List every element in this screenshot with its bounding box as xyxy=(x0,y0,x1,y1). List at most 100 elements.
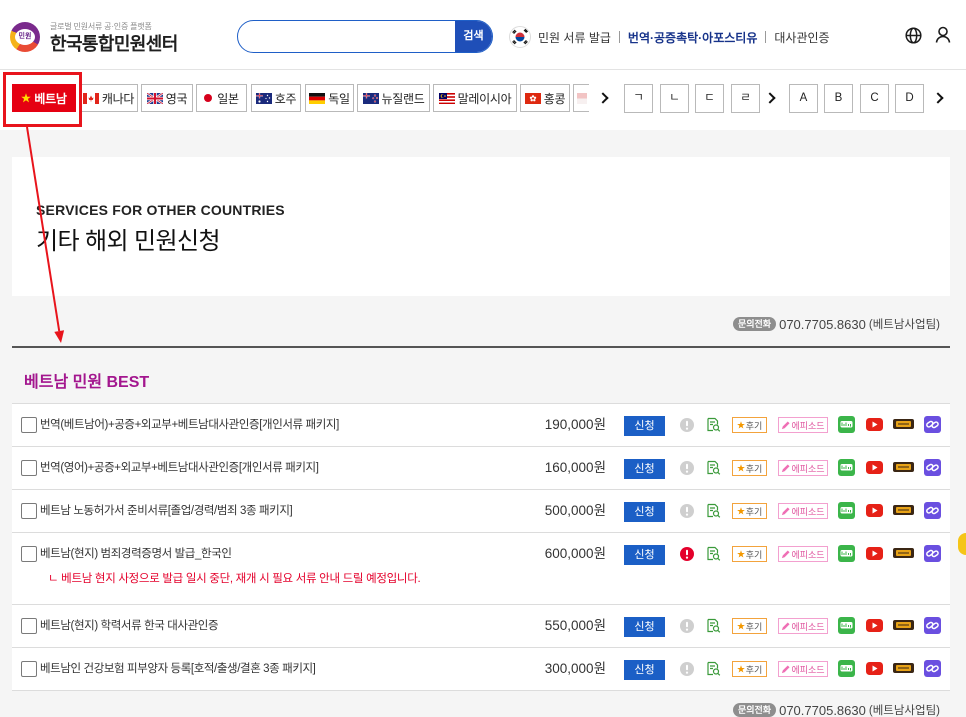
document-search-icon[interactable] xyxy=(706,460,721,475)
contact-phone[interactable]: 070.7705.8630 xyxy=(779,317,866,332)
episode-button[interactable]: 에피소드 xyxy=(778,661,828,677)
row-checkbox[interactable] xyxy=(21,417,37,433)
info-icon[interactable] xyxy=(680,504,694,518)
episode-button[interactable]: 에피소드 xyxy=(778,618,828,634)
tab-hong-kong[interactable]: 홍콩 xyxy=(520,84,570,112)
info-icon[interactable] xyxy=(680,662,694,676)
apply-button[interactable]: 신청 xyxy=(624,545,665,565)
review-button[interactable]: 후기 xyxy=(732,661,767,677)
book-icon[interactable] xyxy=(893,417,914,431)
tab-canada[interactable]: 캐나다 xyxy=(79,84,138,112)
blog-icon[interactable] xyxy=(838,459,855,476)
episode-button[interactable]: 에피소드 xyxy=(778,417,828,433)
apply-button[interactable]: 신청 xyxy=(624,660,665,680)
review-button[interactable]: 후기 xyxy=(732,546,767,562)
youtube-icon[interactable] xyxy=(866,461,883,474)
tab-germany[interactable]: 독일 xyxy=(305,84,354,112)
logo-mark[interactable]: 민원 xyxy=(10,22,40,52)
document-search-icon[interactable] xyxy=(706,618,721,633)
document-search-icon[interactable] xyxy=(706,503,721,518)
book-icon[interactable] xyxy=(893,503,914,517)
tab-label: 홍콩 xyxy=(543,91,566,106)
document-search-icon[interactable] xyxy=(706,417,721,432)
chevron-right-icon[interactable] xyxy=(764,92,776,104)
info-icon[interactable] xyxy=(680,461,694,475)
index-letter[interactable]: D xyxy=(895,84,924,113)
info-icon[interactable] xyxy=(680,619,694,633)
youtube-icon[interactable] xyxy=(866,418,883,431)
link-icon[interactable] xyxy=(924,660,941,677)
index-consonant[interactable]: ㄷ xyxy=(695,84,724,113)
book-icon[interactable] xyxy=(893,546,914,560)
apply-button[interactable]: 신청 xyxy=(624,459,665,479)
row-title[interactable]: 베트남 노동허가서 준비서류[졸업/경력/범죄 3종 패키지] xyxy=(40,503,293,519)
tab-partial[interactable] xyxy=(573,84,589,112)
apply-button[interactable]: 신청 xyxy=(624,502,665,522)
nav-document-issuance[interactable]: 민원 서류 발급 xyxy=(538,29,611,46)
link-icon[interactable] xyxy=(924,459,941,476)
apply-button[interactable]: 신청 xyxy=(624,617,665,637)
link-icon[interactable] xyxy=(924,617,941,634)
contact-phone[interactable]: 070.7705.8630 xyxy=(779,703,866,717)
book-icon[interactable] xyxy=(893,661,914,675)
chevron-right-icon[interactable] xyxy=(932,92,944,104)
document-search-icon[interactable] xyxy=(706,661,721,676)
row-title[interactable]: 번역(베트남어)+공증+외교부+베트남대사관인증[개인서류 패키지] xyxy=(40,417,339,433)
nav-embassy-certification[interactable]: 대사관인증 xyxy=(774,29,829,46)
index-letter[interactable]: B xyxy=(824,84,853,113)
blog-icon[interactable] xyxy=(838,660,855,677)
floating-widget[interactable] xyxy=(958,533,966,555)
apply-button[interactable]: 신청 xyxy=(624,416,665,436)
row-title[interactable]: 베트남인 건강보험 피부양자 등록[호적/출생/결혼 3종 패키지] xyxy=(40,661,316,677)
nav-translation-notary-apostille[interactable]: 번역·공증촉탁·아포스티유 xyxy=(628,29,757,46)
review-button[interactable]: 후기 xyxy=(732,417,767,433)
youtube-icon[interactable] xyxy=(866,547,883,560)
youtube-icon[interactable] xyxy=(866,619,883,632)
index-consonant[interactable]: ㄹ xyxy=(731,84,760,113)
search-button[interactable]: 검색 xyxy=(455,21,492,52)
book-icon[interactable] xyxy=(893,460,914,474)
row-checkbox[interactable] xyxy=(21,661,37,677)
row-checkbox[interactable] xyxy=(21,618,37,634)
book-icon[interactable] xyxy=(893,618,914,632)
review-button[interactable]: 후기 xyxy=(732,503,767,519)
row-title[interactable]: 베트남(현지) 범죄경력증명서 발급_한국인 xyxy=(40,546,232,562)
episode-button[interactable]: 에피소드 xyxy=(778,546,828,562)
tab-new-zealand[interactable]: 뉴질랜드 xyxy=(357,84,430,112)
search-input[interactable] xyxy=(250,21,450,51)
row-title[interactable]: 베트남(현지) 학력서류 한국 대사관인증 xyxy=(40,618,219,634)
logo-title[interactable]: 한국통합민원센터 xyxy=(50,30,178,56)
blog-icon[interactable] xyxy=(838,502,855,519)
info-icon[interactable] xyxy=(680,418,694,432)
link-icon[interactable] xyxy=(924,502,941,519)
document-search-icon[interactable] xyxy=(706,546,721,561)
index-letter[interactable]: A xyxy=(789,84,818,113)
blog-icon[interactable] xyxy=(838,545,855,562)
episode-button[interactable]: 에피소드 xyxy=(778,503,828,519)
row-checkbox[interactable] xyxy=(21,503,37,519)
tab-japan[interactable]: 일본 xyxy=(196,84,247,112)
link-icon[interactable] xyxy=(924,416,941,433)
index-letter[interactable]: C xyxy=(860,84,889,113)
tab-uk[interactable]: 영국 xyxy=(141,84,193,112)
info-icon[interactable] xyxy=(680,547,694,561)
tab-vietnam[interactable]: 베트남 xyxy=(12,84,76,112)
row-checkbox[interactable] xyxy=(21,460,37,476)
user-icon[interactable] xyxy=(935,26,951,43)
globe-icon[interactable] xyxy=(905,27,922,44)
row-checkbox[interactable] xyxy=(21,546,37,562)
youtube-icon[interactable] xyxy=(866,504,883,517)
blog-icon[interactable] xyxy=(838,617,855,634)
link-icon[interactable] xyxy=(924,545,941,562)
chevron-right-icon[interactable] xyxy=(597,92,609,104)
index-consonant[interactable]: ㄴ xyxy=(660,84,689,113)
review-button[interactable]: 후기 xyxy=(732,460,767,476)
row-title[interactable]: 번역(영어)+공증+외교부+베트남대사관인증[개인서류 패키지] xyxy=(40,460,319,476)
tab-australia[interactable]: 호주 xyxy=(251,84,301,112)
episode-button[interactable]: 에피소드 xyxy=(778,460,828,476)
blog-icon[interactable] xyxy=(838,416,855,433)
tab-malaysia[interactable]: 말레이시아 xyxy=(433,84,517,112)
index-consonant[interactable]: ㄱ xyxy=(624,84,653,113)
review-button[interactable]: 후기 xyxy=(732,618,767,634)
youtube-icon[interactable] xyxy=(866,662,883,675)
